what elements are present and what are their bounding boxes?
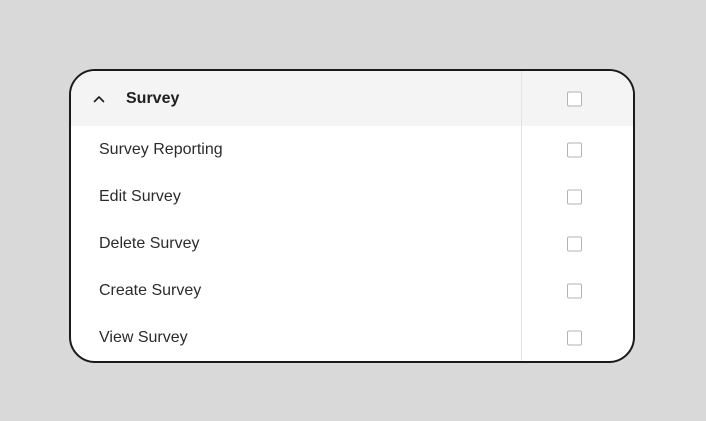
permission-checkbox[interactable] xyxy=(567,189,582,204)
permissions-card: Survey Survey Reporting Edit Survey Dele… xyxy=(69,69,635,363)
permission-checkbox[interactable] xyxy=(567,330,582,345)
permission-label: Delete Survey xyxy=(99,234,200,252)
column-divider xyxy=(521,71,522,361)
chevron-up-icon[interactable] xyxy=(92,92,106,106)
permission-row-survey-reporting: Survey Reporting xyxy=(71,126,633,173)
permission-label: Edit Survey xyxy=(99,187,181,205)
permission-row-view-survey: View Survey xyxy=(71,314,633,361)
permission-label: Survey Reporting xyxy=(99,140,223,158)
survey-group-title: Survey xyxy=(126,89,180,107)
permission-checkbox[interactable] xyxy=(567,236,582,251)
permission-checkbox[interactable] xyxy=(567,283,582,298)
permission-label: Create Survey xyxy=(99,281,202,299)
permission-row-create-survey: Create Survey xyxy=(71,267,633,314)
survey-group-checkbox[interactable] xyxy=(567,91,582,106)
permission-label: View Survey xyxy=(99,328,188,346)
permission-checkbox[interactable] xyxy=(567,142,582,157)
permission-row-edit-survey: Edit Survey xyxy=(71,173,633,220)
permission-row-delete-survey: Delete Survey xyxy=(71,220,633,267)
survey-group-header[interactable]: Survey xyxy=(71,71,633,126)
